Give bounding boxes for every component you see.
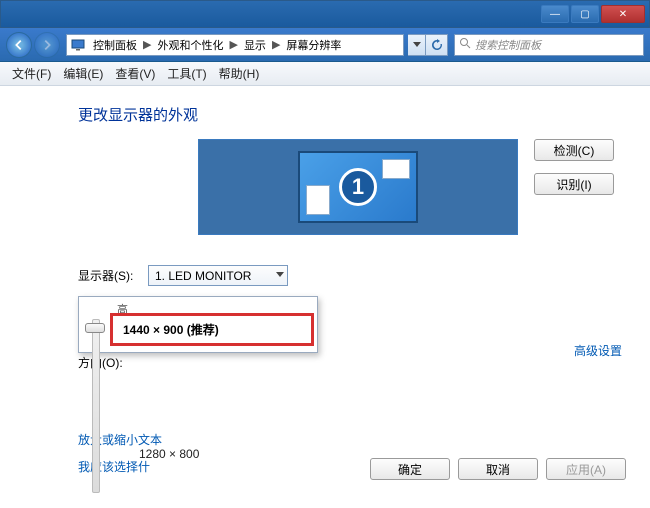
breadcrumb-item[interactable]: 显示 [240, 37, 270, 53]
detect-button[interactable]: 检测(C) [534, 139, 614, 161]
nav-toolbar: 控制面板▶ 外观和个性化▶ 显示▶ 屏幕分辨率 搜索控制面板 [0, 28, 650, 62]
window-titlebar: — ▢ ✕ [0, 0, 650, 28]
display-combo-value: 1. LED MONITOR [155, 269, 251, 283]
advanced-settings-link[interactable]: 高级设置 [574, 342, 622, 359]
address-dropdown-button[interactable] [408, 34, 426, 56]
menu-bar: 文件(F) 编辑(E) 查看(V) 工具(T) 帮助(H) [0, 62, 650, 86]
display-label: 显示器(S): [78, 267, 138, 284]
apply-button[interactable]: 应用(A) [546, 458, 626, 480]
page-title: 更改显示器的外观 [78, 104, 650, 125]
maximize-button[interactable]: ▢ [571, 5, 599, 23]
resolution-slider-track[interactable] [92, 319, 100, 493]
display-combo[interactable]: 1. LED MONITOR [148, 265, 288, 286]
breadcrumb-item[interactable]: 屏幕分辨率 [282, 37, 345, 53]
identify-button[interactable]: 识别(I) [534, 173, 614, 195]
breadcrumb-item[interactable]: 外观和个性化 [153, 37, 227, 53]
resolution-option[interactable]: 1280 × 800 [139, 447, 199, 461]
breadcrumb-sep: ▶ [270, 38, 282, 51]
resolution-option-recommended[interactable]: 1440 × 900 (推荐) [119, 319, 305, 340]
dialog-footer: 确定 取消 应用(A) [370, 458, 626, 480]
forward-button[interactable] [34, 32, 60, 58]
close-button[interactable]: ✕ [601, 5, 645, 23]
chevron-down-icon [413, 42, 421, 47]
breadcrumb-sep: ▶ [227, 38, 239, 51]
menu-edit[interactable]: 编辑(E) [57, 62, 109, 85]
highlight-box: 1440 × 900 (推荐) [110, 313, 314, 346]
orientation-label: 方向(O): [78, 354, 138, 371]
back-button[interactable] [6, 32, 32, 58]
menu-view[interactable]: 查看(V) [109, 62, 161, 85]
search-input[interactable]: 搜索控制面板 [454, 34, 644, 56]
address-bar[interactable]: 控制面板▶ 外观和个性化▶ 显示▶ 屏幕分辨率 [66, 34, 404, 56]
window-decoration [306, 185, 330, 215]
cancel-button[interactable]: 取消 [458, 458, 538, 480]
enlarge-text-link[interactable]: 放大或缩小文本 [78, 431, 650, 448]
menu-tools[interactable]: 工具(T) [161, 62, 212, 85]
resolution-dropdown[interactable]: 高 1440 × 900 (推荐) 1280 × 800 [78, 296, 318, 353]
display-icon [67, 39, 89, 51]
search-icon [459, 37, 471, 52]
search-placeholder: 搜索控制面板 [475, 37, 541, 53]
monitor-thumbnail[interactable]: 1 [298, 151, 418, 223]
refresh-button[interactable] [426, 34, 448, 56]
menu-file[interactable]: 文件(F) [6, 62, 57, 85]
window-decoration [382, 159, 410, 179]
chevron-down-icon [276, 272, 284, 277]
menu-help[interactable]: 帮助(H) [213, 62, 266, 85]
monitor-number-badge: 1 [339, 168, 377, 206]
ok-button[interactable]: 确定 [370, 458, 450, 480]
minimize-button[interactable]: — [541, 5, 569, 23]
monitor-preview[interactable]: 1 [198, 139, 518, 235]
breadcrumb-item[interactable]: 控制面板 [89, 37, 141, 53]
resolution-slider-thumb[interactable] [85, 323, 105, 333]
breadcrumb-sep: ▶ [141, 38, 153, 51]
